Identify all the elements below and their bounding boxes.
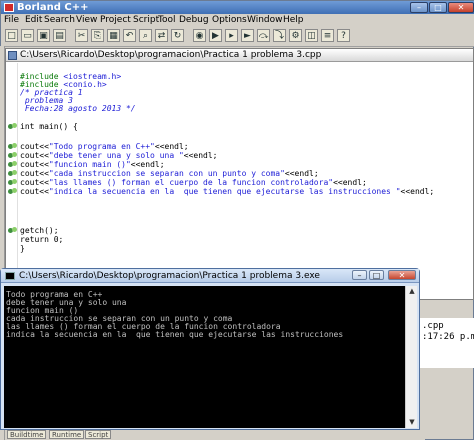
code-line[interactable]: cout<<"indica la secuencia en la que tie… <box>20 188 434 196</box>
compile-icon[interactable]: ⚙ <box>289 29 302 42</box>
menu-item-help[interactable]: Help <box>283 14 304 26</box>
trace-into-icon[interactable]: ⤵ <box>273 29 286 42</box>
minimize-button[interactable]: – <box>410 2 428 13</box>
console-scrollbar[interactable]: ▲ ▼ <box>405 286 417 428</box>
console-close-button[interactable]: ✕ <box>388 270 416 280</box>
scroll-up-icon[interactable]: ▲ <box>406 286 418 297</box>
code-line[interactable]: return 0; <box>20 236 63 244</box>
code-line[interactable]: cout<<"cada instruccion se separan con u… <box>20 170 319 178</box>
menu-item-tool[interactable]: Tool <box>158 14 175 26</box>
document-icon <box>8 51 17 60</box>
copy-icon[interactable]: ⎘ <box>91 29 104 42</box>
editor-title: C:\Users\Ricardo\Desktop\programacion\Pr… <box>20 50 322 60</box>
search-again-icon[interactable]: ↻ <box>171 29 184 42</box>
make-icon[interactable]: ▶ <box>209 29 222 42</box>
step-over-icon[interactable]: ⤼ <box>257 29 270 42</box>
console-output[interactable]: Todo programa en C++ debe tener una y sol… <box>4 286 405 428</box>
build-icon[interactable]: ▸ <box>225 29 238 42</box>
background-window-text: .cpp <box>422 321 444 331</box>
toolbar: □ ▭ ▣ ▤ ✂ ⎘ ▦ ↶ ⌕ ⇄ ↻ ◉ ▶ ▸ ► ⤼ ⤵ ⚙ ◫ ≡? <box>1 26 474 47</box>
menu-item-search[interactable]: Search <box>44 14 75 26</box>
open-icon[interactable]: ▭ <box>21 29 34 42</box>
menu-item-window[interactable]: Window <box>247 14 283 26</box>
editor-window[interactable]: C:\Users\Ricardo\Desktop\programacion\Pr… <box>5 48 474 300</box>
console-icon <box>5 272 15 280</box>
save-icon[interactable]: ▣ <box>37 29 50 42</box>
console-maximize-button[interactable]: □ <box>369 270 384 280</box>
app-title: Borland C++ <box>17 2 89 13</box>
code-line[interactable]: } <box>20 245 25 253</box>
close-button[interactable]: ✕ <box>448 2 474 13</box>
console-output-line: indica la secuencia en la que tienen que… <box>6 330 344 339</box>
background-window-time: :17:26 p.m <box>422 332 474 342</box>
main-titlebar[interactable]: Borland C++ – □ ✕ <box>1 1 474 14</box>
new-file-icon[interactable]: □ <box>5 29 18 42</box>
code-line[interactable]: cout<<"Todo programa en C++"<<endl; <box>20 143 189 151</box>
menu-item-script[interactable]: Script <box>133 14 159 26</box>
console-title: C:\Users\Ricardo\Desktop\programacion\Pr… <box>19 271 320 281</box>
console-minimize-button[interactable]: – <box>352 270 367 280</box>
editor-titlebar[interactable]: C:\Users\Ricardo\Desktop\programacion\Pr… <box>6 49 473 62</box>
message-icon[interactable]: ≡ <box>321 29 334 42</box>
tab-buildtime[interactable]: Buildtime <box>7 430 47 439</box>
menu-bar: File Edit Search View Project Script Tool Debug… <box>1 14 474 26</box>
borland-app-icon <box>4 3 14 12</box>
code-line[interactable]: Fecha:28 agosto 2013 */ <box>20 105 136 113</box>
project-icon[interactable]: ◫ <box>305 29 318 42</box>
help-icon[interactable]: ? <box>337 29 350 42</box>
menu-item-debug[interactable]: Debug <box>179 14 209 26</box>
browse-icon[interactable]: ◉ <box>193 29 206 42</box>
code-area[interactable]: #include <iostream.h> #include <conio.h> /… <box>6 63 473 299</box>
paste-icon[interactable]: ▦ <box>107 29 120 42</box>
tab-runtime[interactable]: Runtime <box>49 430 85 439</box>
console-titlebar[interactable]: C:\Users\Ricardo\Desktop\programacion\Pr… <box>1 269 419 283</box>
menu-item-edit[interactable]: Edit <box>25 14 42 26</box>
menu-item-project[interactable]: Project <box>100 14 131 26</box>
save-all-icon[interactable]: ▤ <box>53 29 66 42</box>
run-icon[interactable]: ► <box>241 29 254 42</box>
menu-item-file[interactable]: File <box>4 14 19 26</box>
cut-icon[interactable]: ✂ <box>75 29 88 42</box>
undo-icon[interactable]: ↶ <box>123 29 136 42</box>
find-icon[interactable]: ⌕ <box>139 29 152 42</box>
code-line[interactable]: cout<<"debe tener una y solo una "<<endl… <box>20 152 217 160</box>
tab-script[interactable]: Script <box>85 430 112 439</box>
scroll-down-icon[interactable]: ▼ <box>406 417 418 428</box>
code-line[interactable]: getch(); <box>20 227 59 235</box>
menu-item-options[interactable]: Options <box>212 14 247 26</box>
code-line[interactable]: cout<<"las llames () forman el cuerpo de… <box>20 179 367 187</box>
code-line[interactable]: int main() { <box>20 123 78 131</box>
menu-item-view[interactable]: View <box>76 14 97 26</box>
maximize-button[interactable]: □ <box>429 2 447 13</box>
console-window[interactable]: C:\Users\Ricardo\Desktop\programacion\Pr… <box>0 268 420 430</box>
code-line[interactable]: cout<<"funcion main ()"<<endl; <box>20 161 165 169</box>
replace-icon[interactable]: ⇄ <box>155 29 168 42</box>
